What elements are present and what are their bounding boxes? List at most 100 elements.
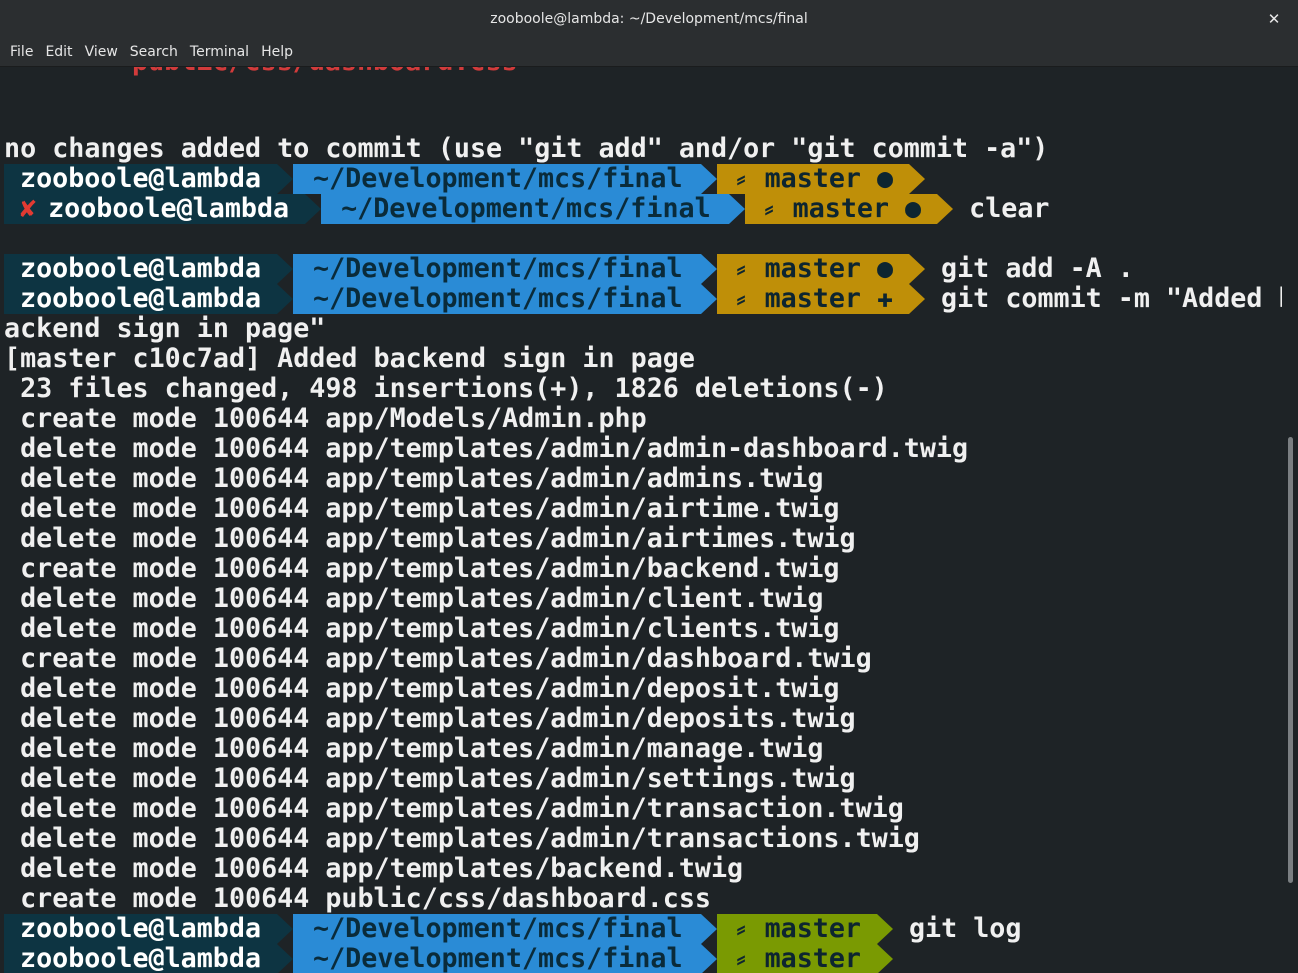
staged-plus-icon: ✚ [876, 283, 894, 314]
prompt-git-segment: ⸗ master [716, 913, 877, 944]
separator-arrow-icon [277, 944, 294, 973]
prompt-path: ~/Development/mcs/final [321, 194, 729, 224]
git-branch-icon: ⸗ [736, 283, 746, 314]
prompt-line: zooboole@lambda ~/Development/mcs/final … [4, 284, 1282, 314]
prompt-line: zooboole@lambda ~/Development/mcs/final … [4, 254, 1282, 284]
prompt-git-segment: ⸗ master [716, 943, 877, 973]
menu-terminal[interactable]: Terminal [184, 42, 255, 62]
output-line: no changes added to commit (use "git add… [4, 134, 1282, 164]
git-branch-icon: ⸗ [736, 253, 746, 284]
menu-view[interactable]: View [79, 42, 124, 62]
separator-arrow-icon [700, 944, 717, 973]
dirty-dot-icon: ● [876, 253, 894, 284]
prompt-git-segment: ⸗ master ● [716, 253, 910, 284]
prompt-user: zooboole@lambda [4, 914, 278, 944]
separator-arrow-icon [700, 914, 717, 944]
prompt-path: ~/Development/mcs/final [293, 944, 701, 973]
output-line: [master c10c7ad] Added backend sign in p… [4, 344, 1282, 374]
separator-arrow-icon [277, 164, 294, 194]
prompt-branch: master [764, 253, 861, 284]
prompt-path: ~/Development/mcs/final [293, 284, 701, 314]
separator-arrow-icon [876, 944, 893, 973]
prompt-line: zooboole@lambda ~/Development/mcs/final … [4, 944, 1282, 973]
prompt-git-segment: ⸗ master ● [744, 193, 938, 224]
file-change-line: delete mode 100644 app/templates/admin/t… [4, 823, 920, 854]
file-change-line: delete mode 100644 app/templates/admin/t… [4, 793, 904, 824]
git-branch-icon: ⸗ [736, 163, 746, 194]
menu-edit[interactable]: Edit [39, 42, 78, 62]
prompt-user: zooboole@lambda [48, 193, 290, 224]
file-change-line: delete mode 100644 app/templates/admin/c… [4, 583, 824, 614]
separator-arrow-icon [700, 254, 717, 284]
close-icon[interactable]: ✕ [1264, 9, 1284, 29]
error-x-icon: ✘ [20, 193, 37, 224]
separator-arrow-icon [909, 284, 926, 314]
terminal-output[interactable]: public/css/dashboard.css no changes adde… [0, 67, 1282, 973]
prompt-line: ✘ zooboole@lambda ~/Development/mcs/final… [4, 194, 1282, 224]
menu-file[interactable]: File [4, 42, 39, 62]
commit-stats: 23 files changed, 498 insertions(+), 182… [4, 373, 888, 404]
separator-arrow-icon [277, 284, 294, 314]
git-branch-icon: ⸗ [736, 913, 746, 944]
dirty-dot-icon: ● [905, 193, 922, 224]
command-text: git commit -m "Added b [941, 283, 1282, 314]
dirty-dot-icon: ● [876, 163, 894, 194]
prompt-user: zooboole@lambda [4, 254, 278, 284]
scrollbar-thumb[interactable] [1288, 437, 1293, 883]
file-change-line: delete mode 100644 app/templates/admin/s… [4, 763, 856, 794]
partial-output-line: public/css/dashboard.css [132, 67, 518, 77]
separator-arrow-icon [700, 284, 717, 314]
prompt-user: zooboole@lambda [4, 164, 278, 194]
command-text: clear [969, 193, 1050, 224]
prompt-branch: master [764, 913, 861, 944]
separator-arrow-icon [277, 914, 294, 944]
terminal-window: zooboole@lambda: ~/Development/mcs/final… [0, 0, 1298, 973]
separator-arrow-icon [305, 194, 322, 224]
prompt-branch: master [792, 193, 890, 224]
file-change-line: delete mode 100644 app/templates/admin/a… [4, 523, 856, 554]
prompt-line: zooboole@lambda ~/Development/mcs/final … [4, 164, 1282, 194]
prompt-branch: master [764, 163, 861, 194]
window-title: zooboole@lambda: ~/Development/mcs/final [490, 11, 808, 27]
git-status-message: no changes added to commit (use "git add… [4, 133, 1049, 164]
separator-arrow-icon [700, 164, 717, 194]
scrollbar[interactable] [1282, 67, 1298, 973]
file-change-line: delete mode 100644 app/templates/admin/a… [4, 433, 969, 464]
prompt-git-segment: ⸗ master ✚ [716, 283, 910, 314]
file-change-line: delete mode 100644 app/templates/admin/a… [4, 493, 840, 524]
title-bar: zooboole@lambda: ~/Development/mcs/final… [0, 0, 1298, 38]
file-change-line: delete mode 100644 app/templates/admin/d… [4, 673, 840, 704]
output-line: 23 files changed, 498 insertions(+), 182… [4, 374, 1282, 404]
prompt-path: ~/Development/mcs/final [293, 164, 701, 194]
file-change-line: delete mode 100644 app/templates/backend… [4, 853, 744, 884]
menu-help[interactable]: Help [255, 42, 299, 62]
file-change-line: create mode 100644 app/templates/admin/b… [4, 553, 840, 584]
prompt-path: ~/Development/mcs/final [293, 254, 701, 284]
prompt-git-segment: ⸗ master ● [716, 163, 910, 194]
separator-arrow-icon [909, 164, 926, 194]
file-change-line: delete mode 100644 app/templates/admin/m… [4, 733, 824, 764]
prompt-user-segment: ✘ zooboole@lambda [4, 193, 306, 224]
command-text: git log [908, 913, 1022, 944]
file-change-line: delete mode 100644 app/templates/admin/a… [4, 463, 824, 494]
file-change-line: create mode 100644 app/templates/admin/d… [4, 643, 872, 674]
separator-arrow-icon [937, 194, 954, 224]
prompt-branch: master [764, 283, 861, 314]
menu-search[interactable]: Search [124, 42, 184, 62]
prompt-user: zooboole@lambda [4, 284, 278, 314]
git-branch-icon: ⸗ [764, 193, 774, 224]
menu-bar: File Edit View Search Terminal Help [0, 38, 1298, 67]
file-change-line: create mode 100644 public/css/dashboard.… [4, 883, 711, 914]
prompt-line: zooboole@lambda ~/Development/mcs/final … [4, 914, 1282, 944]
commit-result: [master c10c7ad] Added backend sign in p… [4, 343, 695, 374]
file-change-line: delete mode 100644 app/templates/admin/d… [4, 703, 856, 734]
separator-arrow-icon [876, 914, 893, 944]
file-change-line: delete mode 100644 app/templates/admin/c… [4, 613, 840, 644]
file-change-line: create mode 100644 app/Models/Admin.php [4, 403, 647, 434]
separator-arrow-icon [277, 254, 294, 284]
command-text: git add -A . [941, 253, 1134, 284]
prompt-path: ~/Development/mcs/final [293, 914, 701, 944]
prompt-branch: master [764, 943, 861, 973]
